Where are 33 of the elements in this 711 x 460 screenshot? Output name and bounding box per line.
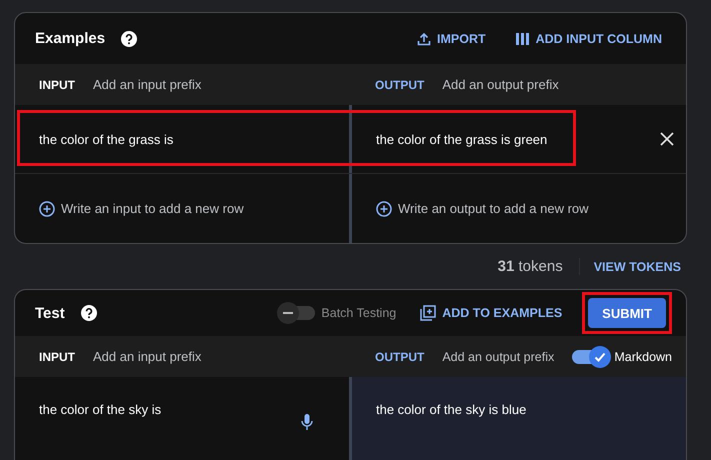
- column-label: INPUT: [39, 78, 75, 92]
- plus-circle-icon: [39, 200, 55, 216]
- plus-circle-icon: [376, 200, 392, 216]
- example-output-text: the color of the grass is green: [376, 132, 548, 146]
- action-button[interactable]: IMPORT: [407, 26, 496, 52]
- action-button[interactable]: ADD INPUT COLUMN: [506, 26, 672, 52]
- add-to-examples-button[interactable]: ADD TO EXAMPLES: [410, 299, 572, 327]
- columns-icon: [516, 32, 530, 46]
- microphone-icon[interactable]: [301, 414, 313, 430]
- view-tokens-link[interactable]: VIEW TOKENS: [580, 254, 687, 280]
- test-input-text: the color of the sky is: [39, 402, 162, 417]
- card-title: Test: [35, 304, 65, 322]
- card-title: Examples: [35, 30, 106, 47]
- output-prefix-field[interactable]: Add an output prefix: [442, 350, 562, 364]
- add-library-icon: [420, 305, 436, 321]
- example-input-text: the color of the grass is: [39, 132, 174, 146]
- column-label: OUTPUT: [375, 350, 424, 364]
- column-label: OUTPUT: [375, 78, 424, 92]
- test-output-text: the color of the sky is blue: [376, 402, 526, 417]
- help-icon[interactable]: [121, 30, 138, 46]
- close-icon[interactable]: [658, 130, 676, 148]
- new-output-field[interactable]: Write an output to add a new row: [398, 201, 638, 216]
- help-icon[interactable]: [80, 305, 97, 321]
- toggle-label: Markdown: [614, 350, 672, 364]
- output-prefix-field[interactable]: Add an output prefix: [442, 77, 612, 92]
- column-label: INPUT: [39, 350, 75, 364]
- input-prefix-field[interactable]: Add an input prefix: [93, 77, 263, 92]
- input-prefix-field[interactable]: Add an input prefix: [93, 349, 263, 364]
- token-count: 31 tokens: [498, 258, 580, 275]
- upload-icon: [417, 32, 431, 46]
- new-input-field[interactable]: Write an input to add a new row: [61, 201, 301, 216]
- toggle-label: Batch Testing: [321, 306, 396, 320]
- submit-button[interactable]: SUBMIT: [588, 298, 666, 328]
